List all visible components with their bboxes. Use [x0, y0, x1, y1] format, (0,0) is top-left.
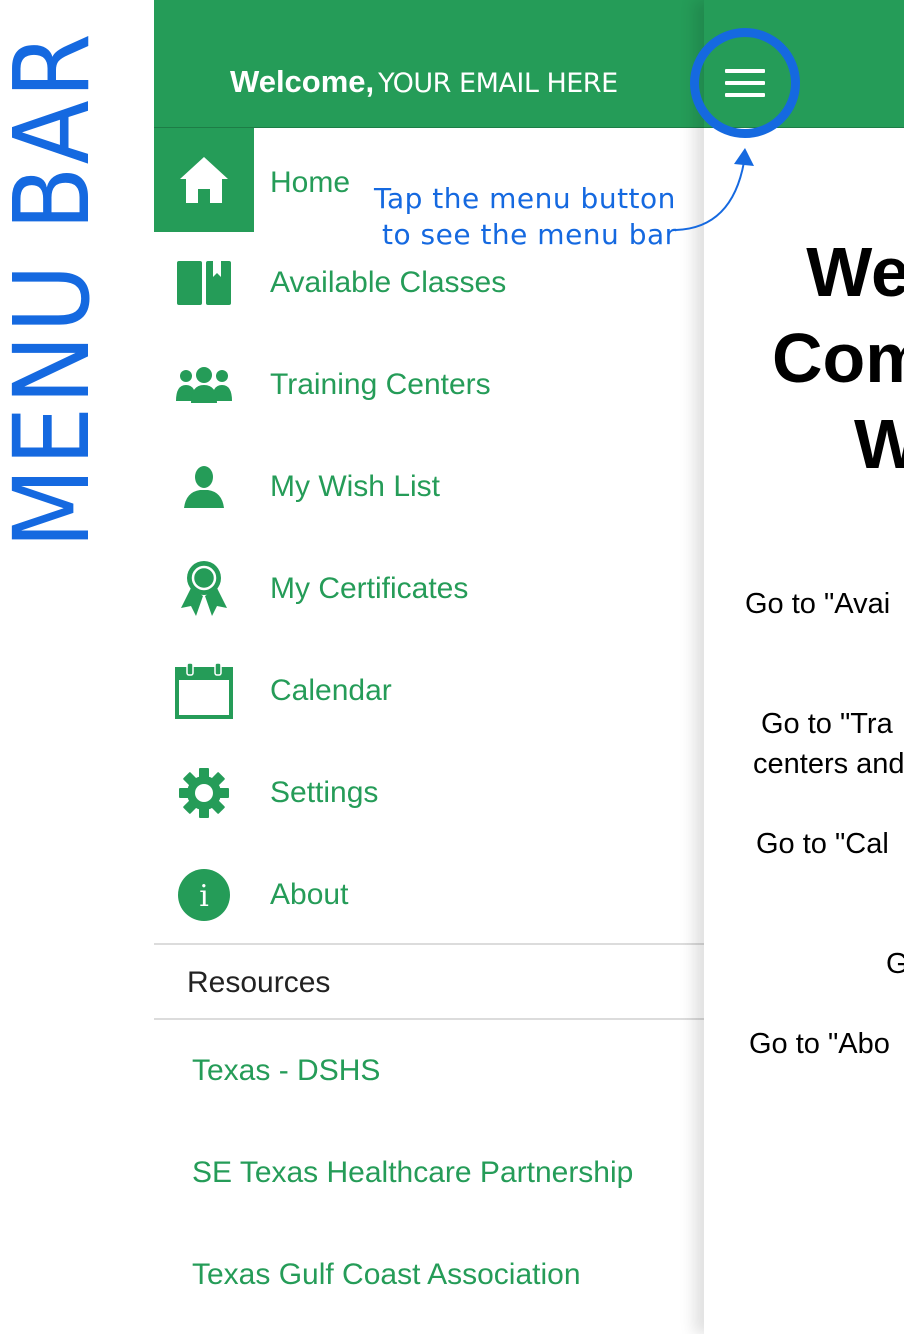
- menu-bar-annotation: MENU BAR: [0, 31, 113, 549]
- person-icon: [154, 436, 254, 538]
- instruction-text: Go to "Tra: [761, 708, 893, 740]
- nav-item-my-wish-list[interactable]: My Wish List: [154, 436, 704, 538]
- menu-button[interactable]: [690, 28, 800, 138]
- group-icon: [154, 334, 254, 436]
- calendar-icon: [154, 640, 254, 742]
- nav-item-label: Calendar: [270, 674, 392, 707]
- page-title-line: W: [854, 405, 904, 483]
- resource-link-texas-gulf-coast[interactable]: Texas Gulf Coast Association: [192, 1258, 581, 1292]
- nav-item-training-centers[interactable]: Training Centers: [154, 334, 704, 436]
- drawer-header: Welcome, YOUR EMAIL HERE: [154, 0, 704, 128]
- nav-item-my-certificates[interactable]: My Certificates: [154, 538, 704, 640]
- arrow-icon: [675, 148, 754, 231]
- nav-item-label: My Certificates: [270, 572, 469, 605]
- gear-icon: [154, 742, 254, 844]
- nav-item-settings[interactable]: Settings: [154, 742, 704, 844]
- info-icon: i: [154, 844, 254, 946]
- instruction-text: centers and: [753, 748, 904, 780]
- instruction-text: Go to "Cal: [756, 828, 889, 860]
- tip-text-line1: Tap the menu button: [374, 182, 676, 215]
- nav-item-label: About: [270, 878, 349, 911]
- award-icon: [154, 538, 254, 640]
- instruction-text: Go to "Abo: [749, 1028, 890, 1060]
- home-icon: [154, 128, 254, 232]
- welcome-text: Welcome, YOUR EMAIL HERE: [230, 64, 618, 100]
- tip-text-line2: to see the menu bar: [382, 218, 677, 251]
- nav-item-label: My Wish List: [270, 470, 441, 503]
- welcome-email: YOUR EMAIL HERE: [378, 68, 618, 99]
- svg-text:i: i: [199, 879, 209, 914]
- hamburger-icon: [725, 69, 765, 97]
- nav-item-label: Settings: [270, 776, 379, 809]
- nav-item-label: Available Classes: [270, 266, 507, 299]
- nav-item-calendar[interactable]: Calendar: [154, 640, 704, 742]
- divider: [154, 1018, 704, 1020]
- nav-item-label: Home: [270, 166, 351, 199]
- welcome-prefix: Welcome,: [230, 64, 375, 99]
- page-title-line: Com: [772, 319, 904, 397]
- nav-item-label: Training Centers: [270, 368, 491, 401]
- instruction-text: G: [886, 948, 904, 980]
- annotation-panel: MENU BAR: [0, 0, 154, 1334]
- book-icon: [154, 232, 254, 334]
- divider: [154, 943, 704, 945]
- nav-item-about[interactable]: i About: [154, 844, 704, 946]
- resources-heading: Resources: [187, 966, 331, 999]
- page-title-line: We: [806, 233, 904, 311]
- resource-link-texas-dshs[interactable]: Texas - DSHS: [192, 1054, 380, 1088]
- resource-link-se-texas-healthcare[interactable]: SE Texas Healthcare Partnership: [192, 1156, 633, 1190]
- instruction-text: Go to "Avai: [745, 588, 891, 620]
